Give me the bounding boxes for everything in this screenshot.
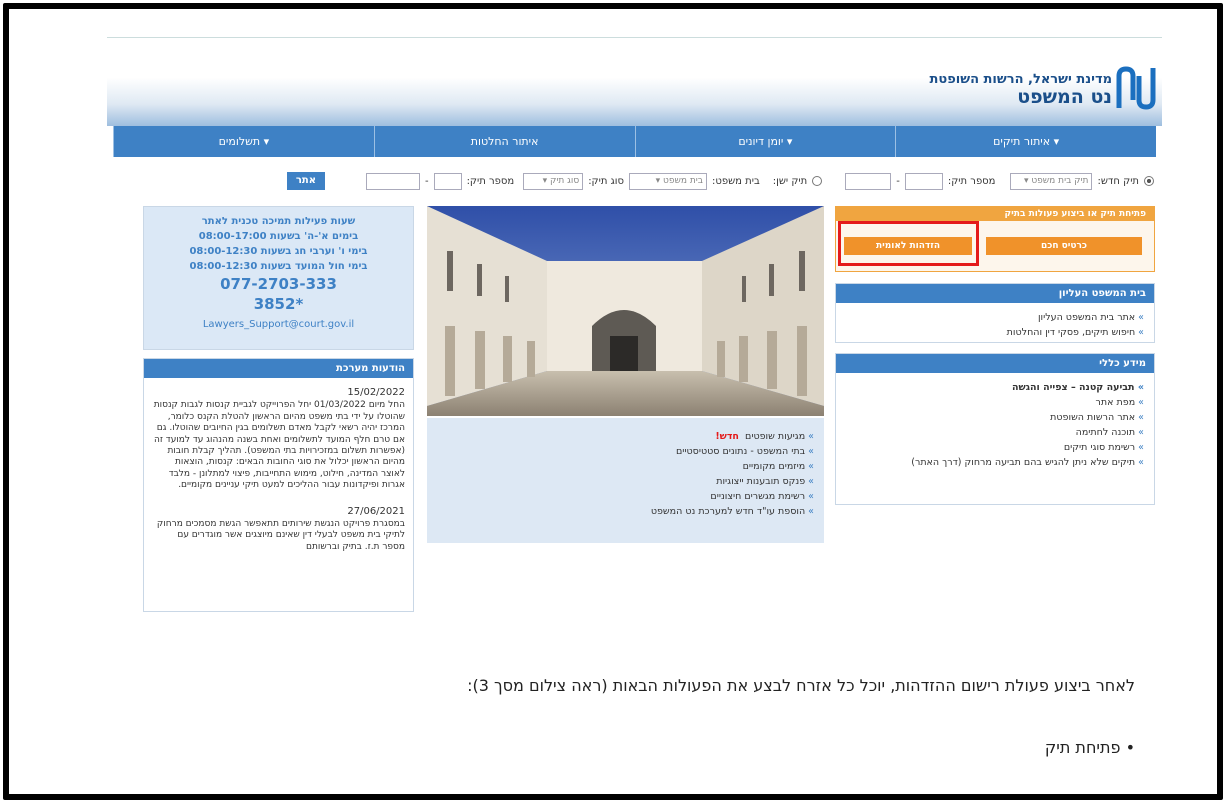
link-supreme-court-site[interactable]: אתר בית המשפט העליון (840, 311, 1144, 324)
link-external-mediators[interactable]: רשימת מגשרים חיצוניים (431, 490, 814, 503)
case-number-input-2[interactable] (845, 172, 892, 190)
support-box: שעות פעילות תמיכה טכנית לאתר בימים א'-ה'… (143, 206, 414, 350)
court-website-screenshot: מדינת ישראל, הרשות השופטת נט המשפט איתור… (107, 37, 1162, 627)
new-case-label: תיק חדש: (1097, 175, 1139, 187)
link-class-actions-registry[interactable]: פנקס תובענות ייצוגיות (431, 475, 814, 488)
site-logo-text[interactable]: מדינת ישראל, הרשות השופטת נט המשפט (930, 72, 1112, 107)
number-input-2[interactable] (365, 172, 420, 190)
link-signing-software[interactable]: תוכנה לחתימה (840, 426, 1144, 439)
main-nav: איתור תיקים ▾ יומן דיונים ▾ איתור החלטות… (113, 126, 1156, 157)
case-number-input-1[interactable] (904, 172, 943, 190)
supreme-court-photo (427, 206, 824, 416)
org-line: מדינת ישראל, הרשות השופטת (929, 72, 1112, 87)
case-type-select[interactable]: סוג תיק ▾ (523, 172, 584, 190)
supreme-court-header: בית המשפט העליון (836, 284, 1154, 303)
link-judiciary-site[interactable]: אתר הרשות השופטת (840, 411, 1144, 424)
nav-hearings-calendar[interactable]: יומן דיונים ▾ (634, 126, 896, 157)
support-hours-weekdays: בימים א'-ה' בשעות 08:00-17:00 (198, 231, 359, 242)
link-search-rulings[interactable]: חיפוש תיקים, פסקי דין והחלטות (840, 326, 1144, 339)
search-button[interactable]: אתר (286, 172, 325, 190)
system-messages-panel: הודעות מערכת 15/02/2022 החל מיום 01/03/2… (143, 358, 414, 612)
case-number-label: מספר תיק: (947, 175, 996, 187)
link-local-projects[interactable]: מיזמים מקומיים (431, 460, 814, 473)
dash: - (896, 175, 900, 187)
message-date: 15/02/2022 (347, 387, 405, 398)
case-search-bar: תיק חדש: תיק בית משפט ▾ מספר תיק: - תיק … (113, 169, 1156, 193)
case-type-label: סוג תיק: (588, 175, 624, 187)
support-phone[interactable]: 077-2703-333 (144, 274, 413, 294)
support-title: שעות פעילות תמיכה טכנית לאתר (201, 216, 356, 227)
document-frame: מדינת ישראל, הרשות השופטת נט המשפט איתור… (3, 3, 1223, 800)
number-input-1[interactable] (433, 172, 462, 190)
system-messages-body[interactable]: 15/02/2022 החל מיום 01/03/2022 יחל הפרוי… (144, 378, 413, 559)
court-select[interactable]: בית משפט ▾ (628, 172, 707, 190)
supreme-court-panel: בית המשפט העליון אתר בית המשפט העליון חי… (835, 283, 1155, 343)
court-label: בית משפט: (711, 175, 760, 187)
link-court-statistics[interactable]: בתי המשפט - נתונים סטטיסטיים (431, 445, 814, 458)
number-label: מספר תיק: (466, 175, 515, 187)
message-text: החל מיום 01/03/2022 יחל הפרוייקט לגביית … (153, 400, 405, 491)
system-messages-header: הודעות מערכת (144, 359, 413, 378)
document-paragraph: לאחר ביצוע פעולת רישום ההזדהות, יוכל כל … (467, 676, 1135, 695)
link-case-types[interactable]: רשימת סוגי תיקים (840, 441, 1144, 454)
message-text: במסגרת פרויקט הנגשת שירותים תתאפשר הגשת … (156, 519, 405, 552)
support-email[interactable]: Lawyers_Support@court.gov.il (144, 314, 413, 336)
new-case-radio[interactable] (1144, 176, 1154, 186)
dash-2: - (424, 175, 429, 187)
court-type-select[interactable]: תיק בית משפט ▾ (1010, 172, 1093, 190)
site-name: נט המשפט (1017, 86, 1112, 108)
case-actions-header: פתיחת תיק או ביצוע פעולות בתיק (836, 207, 1154, 221)
link-judge-visits[interactable]: מגיעות שופטים חדש! (431, 430, 814, 443)
left-column: שעות פעילות תמיכה טכנית לאתר בימים א'-ה'… (143, 206, 414, 612)
old-case-label: תיק ישן: (772, 175, 808, 187)
document-bullet: • פתיחת תיק (1044, 738, 1135, 757)
national-id-highlight (838, 221, 979, 266)
support-short-phone[interactable]: *3852 (144, 294, 413, 314)
site-header: מדינת ישראל, הרשות השופטת נט המשפט (107, 38, 1162, 126)
new-badge: חדש! (715, 431, 739, 442)
link-small-claims[interactable]: תביעה קטנה – צפייה והגשה (840, 381, 1144, 394)
nav-payments[interactable]: תשלומים ▾ (113, 126, 374, 157)
link-cases-no-remote-filing[interactable]: תיקים שלא ניתן להגיש בהם תביעה מרחוק (דר… (840, 456, 1144, 469)
general-info-header: מידע כללי (836, 354, 1154, 373)
nav-find-decisions[interactable]: איתור החלטות (373, 126, 635, 157)
message-date: 27/06/2021 (347, 505, 405, 517)
center-links-panel: מגיעות שופטים חדש! בתי המשפט - נתונים סט… (427, 418, 824, 543)
support-hours-holiday: בימי חול המועד בשעות 08:00-12:30 (189, 261, 368, 272)
link-site-map[interactable]: מפת אתר (840, 396, 1144, 409)
nav-find-cases[interactable]: איתור תיקים ▾ (895, 126, 1156, 157)
link-add-new-lawyer[interactable]: הוספת עו"ד חדש למערכת נט המשפט (431, 505, 814, 518)
court-logo-icon[interactable] (1116, 66, 1156, 110)
smart-card-button[interactable]: כרטיס חכם (986, 237, 1142, 255)
support-hours-friday: בימי ו' וערבי חג בשעות 08:00-12:30 (189, 246, 368, 257)
old-case-radio[interactable] (812, 176, 823, 186)
general-info-panel: מידע כללי תביעה קטנה – צפייה והגשה מפת א… (835, 353, 1155, 505)
